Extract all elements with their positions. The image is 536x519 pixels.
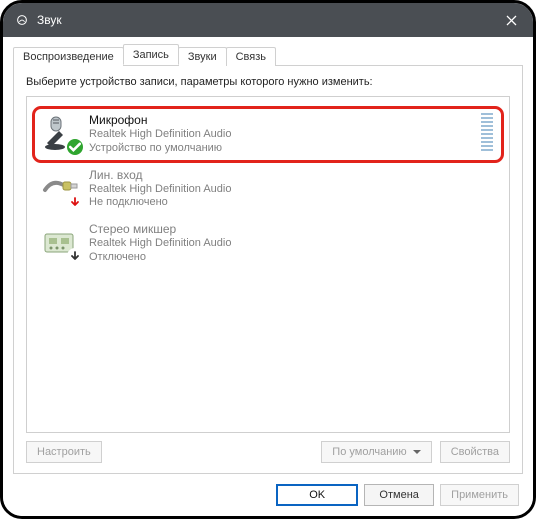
line-in-icon	[41, 168, 81, 208]
device-item-line-in[interactable]: Лин. вход Realtek High Definition Audio …	[33, 162, 503, 217]
device-name: Микрофон	[89, 113, 231, 128]
titlebar: Звук	[3, 3, 533, 37]
status-unplugged-icon	[67, 194, 83, 210]
app-icon	[15, 13, 29, 27]
level-meter	[481, 113, 493, 151]
tab-page-recording: Выберите устройство записи, параметры ко…	[13, 65, 523, 474]
set-default-button[interactable]: По умолчанию	[321, 441, 431, 463]
tab-sounds[interactable]: Звуки	[178, 47, 227, 66]
window-title: Звук	[37, 13, 489, 27]
apply-button[interactable]: Применить	[440, 484, 519, 506]
device-status: Устройство по умолчанию	[89, 142, 231, 156]
properties-button[interactable]: Свойства	[440, 441, 510, 463]
tab-playback[interactable]: Воспроизведение	[13, 47, 124, 66]
device-status: Отключено	[89, 251, 231, 265]
device-item-stereo-mix[interactable]: Стерео микшер Realtek High Definition Au…	[33, 216, 503, 271]
dialog-button-row: OK Отмена Применить	[13, 474, 523, 506]
close-button[interactable]	[489, 3, 533, 37]
microphone-icon	[41, 113, 81, 153]
tab-strip: Воспроизведение Запись Звуки Связь	[13, 43, 523, 65]
device-driver: Realtek High Definition Audio	[89, 237, 231, 251]
device-driver: Realtek High Definition Audio	[89, 183, 231, 197]
sound-dialog-window: Звук Воспроизведение Запись Звуки Связь …	[0, 0, 536, 519]
device-driver: Realtek High Definition Audio	[89, 128, 231, 142]
device-item-microphone[interactable]: Микрофон Realtek High Definition Audio У…	[33, 107, 503, 162]
tab-communications[interactable]: Связь	[226, 47, 276, 66]
cancel-button[interactable]: Отмена	[364, 484, 434, 506]
tab-button-row: Настроить По умолчанию Свойства	[26, 441, 510, 463]
close-icon	[506, 15, 517, 26]
device-status: Не подключено	[89, 196, 231, 210]
device-name: Лин. вход	[89, 168, 231, 183]
status-disabled-icon	[67, 248, 83, 264]
device-name: Стерео микшер	[89, 222, 231, 237]
tab-recording[interactable]: Запись	[123, 44, 179, 65]
status-check-icon	[67, 139, 83, 155]
mixer-icon	[41, 222, 81, 262]
instruction-text: Выберите устройство записи, параметры ко…	[26, 76, 510, 88]
configure-button[interactable]: Настроить	[26, 441, 102, 463]
device-list[interactable]: Микрофон Realtek High Definition Audio У…	[26, 96, 510, 433]
client-area: Воспроизведение Запись Звуки Связь Выбер…	[3, 37, 533, 516]
ok-button[interactable]: OK	[276, 484, 358, 506]
